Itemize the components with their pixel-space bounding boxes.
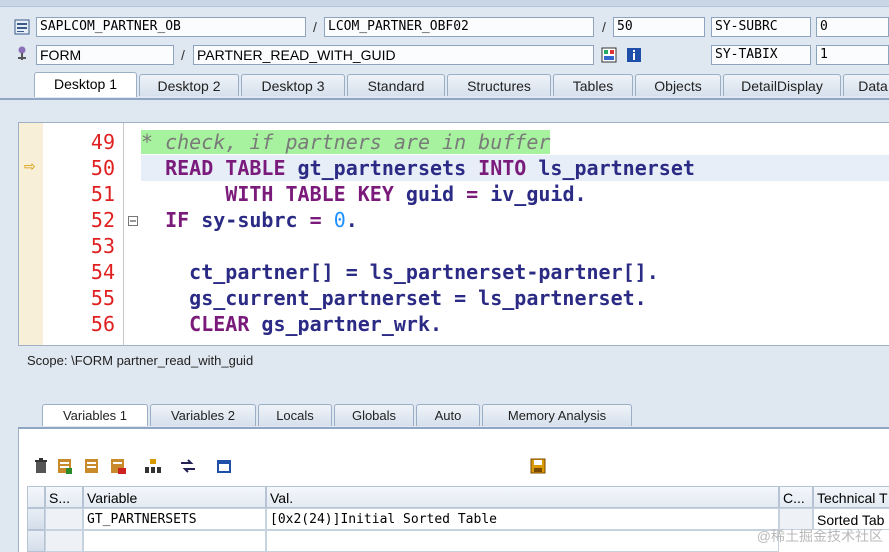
line-number: 55 [90, 286, 115, 310]
tab-tables[interactable]: Tables [553, 74, 633, 96]
tab-desktop-2[interactable]: Desktop 2 [139, 74, 239, 96]
system-field-name-2[interactable]: SY-TABIX [711, 45, 811, 65]
program-field[interactable]: SAPLCOM_PARTNER_OB [36, 17, 306, 37]
code-token: . [345, 208, 358, 232]
info-icon[interactable] [626, 47, 642, 63]
tab-desktop-1[interactable]: Desktop 1 [34, 72, 137, 97]
separator: / [602, 19, 606, 35]
tab-detaildisplay[interactable]: DetailDisplay [723, 74, 841, 96]
code-line[interactable]: * check, if partners are in buffer [141, 129, 551, 155]
tab-locals[interactable]: Locals [258, 404, 332, 426]
column-header-value[interactable]: Val. [266, 486, 779, 508]
code-token: gs_partner_wrk. [261, 312, 443, 336]
line-number: 51 [90, 182, 115, 206]
tab-variables-1[interactable]: Variables 1 [42, 404, 148, 426]
code-token: = [309, 208, 334, 232]
collapse-icon[interactable] [128, 216, 138, 226]
event-type-field[interactable]: FORM [36, 45, 174, 65]
value-cell[interactable]: [0x2(24)]Initial Sorted Table [266, 508, 779, 530]
detail-view-icon[interactable] [215, 457, 233, 475]
code-token: = [466, 182, 491, 206]
code-line[interactable]: ct_partner[] = ls_partnerset-partner[]. [141, 259, 659, 285]
code-token: IF [141, 208, 202, 232]
line-number: 49 [90, 130, 115, 154]
transfer-icon[interactable] [179, 457, 197, 475]
tab-variables-2[interactable]: Variables 2 [150, 404, 256, 426]
code-line[interactable]: IF sy-subrc = 0. [141, 207, 358, 233]
breakpoint-gutter[interactable]: ⇨ [19, 123, 44, 345]
line-number: 52 [90, 208, 115, 232]
code-token: * check, if partners are in buffer [141, 130, 551, 154]
tab-memory-analysis[interactable]: Memory Analysis [482, 404, 632, 426]
value-cell-empty[interactable] [266, 530, 779, 552]
code-token: ct_partner[] = ls_partnerset-partner[]. [141, 260, 659, 284]
code-line[interactable]: gs_current_partnerset = ls_partnerset. [141, 285, 647, 311]
title-strip [0, 0, 889, 7]
source-code-editor[interactable]: ⇨ 49 50 51 52 53 54 55 56 * check, if partners … [18, 122, 889, 346]
column-header-variable[interactable]: Variable [83, 486, 266, 508]
delete-icon[interactable] [32, 457, 50, 475]
code-area[interactable]: * check, if partners are in buffer READ … [141, 123, 889, 345]
hierarchy-icon[interactable] [144, 457, 162, 475]
display-icon[interactable] [601, 47, 617, 63]
code-token: gt_partnersets [297, 156, 479, 180]
desktop-tab-bar: Desktop 1 Desktop 2 Desktop 3 Standard S… [0, 72, 889, 100]
variable-cell-empty[interactable] [83, 530, 266, 552]
line-number: 50 [90, 156, 115, 180]
code-token: guid [405, 182, 467, 206]
row-selector[interactable] [27, 508, 45, 530]
separator: / [313, 19, 317, 35]
status-cell [45, 508, 83, 530]
program-icon [14, 19, 30, 35]
code-token: INTO [478, 156, 539, 180]
status-cell [45, 530, 83, 552]
system-field-name[interactable]: SY-SUBRC [711, 17, 811, 37]
line-number: 54 [90, 260, 115, 284]
separator: / [181, 47, 185, 63]
line-number-field[interactable]: 50 [613, 17, 705, 37]
form-icon [18, 46, 26, 60]
watermark: @稀土掘金技术社区 [756, 528, 883, 544]
include-field[interactable]: LCOM_PARTNER_OBF02 [324, 17, 594, 37]
insert-row-icon[interactable] [56, 457, 74, 475]
column-header-technical-type[interactable]: Technical T [813, 486, 889, 508]
code-line[interactable]: WITH TABLE KEY guid = iv_guid. [141, 181, 587, 207]
load-variables-icon[interactable] [83, 457, 101, 475]
code-token: 0 [333, 208, 346, 232]
column-header-status[interactable]: S... [45, 486, 83, 508]
tab-structures[interactable]: Structures [447, 74, 551, 96]
tab-globals[interactable]: Globals [334, 404, 414, 426]
system-field-value-2[interactable]: 1 [816, 45, 889, 65]
line-number: 53 [90, 234, 115, 258]
current-line-arrow-icon: ⇨ [24, 158, 36, 174]
code-token: sy-subrc [201, 208, 310, 232]
tab-desktop-3[interactable]: Desktop 3 [241, 74, 345, 96]
code-token: WITH TABLE KEY [141, 182, 406, 206]
code-token: iv_guid. [490, 182, 587, 206]
code-token: CLEAR [141, 312, 262, 336]
column-header-change[interactable]: C... [779, 486, 813, 508]
system-field-value[interactable]: 0 [816, 17, 889, 37]
line-numbers: 49 50 51 52 53 54 55 56 [43, 123, 123, 345]
code-token: ls_partnerset [538, 156, 695, 180]
code-line[interactable]: READ TABLE gt_partnersets INTO ls_partne… [141, 155, 695, 181]
tab-standard[interactable]: Standard [347, 74, 445, 96]
tab-data[interactable]: Data [843, 74, 889, 96]
fold-column [123, 123, 142, 345]
scope-label: Scope: \FORM partner_read_with_guid [27, 353, 254, 368]
row-selector[interactable] [27, 530, 45, 552]
code-line[interactable]: CLEAR gs_partner_wrk. [141, 311, 442, 337]
code-token: gs_current_partnerset = ls_partnerset. [141, 286, 647, 310]
event-name-field[interactable]: PARTNER_READ_WITH_GUID [193, 45, 594, 65]
variable-cell[interactable]: GT_PARTNERSETS [83, 508, 266, 530]
select-all-cell[interactable] [27, 486, 45, 508]
save-icon[interactable] [529, 457, 547, 475]
tab-auto[interactable]: Auto [416, 404, 480, 426]
tab-objects[interactable]: Objects [635, 74, 721, 96]
save-variables-icon[interactable] [109, 457, 127, 475]
line-number: 56 [90, 312, 115, 336]
code-token: READ TABLE [141, 156, 298, 180]
